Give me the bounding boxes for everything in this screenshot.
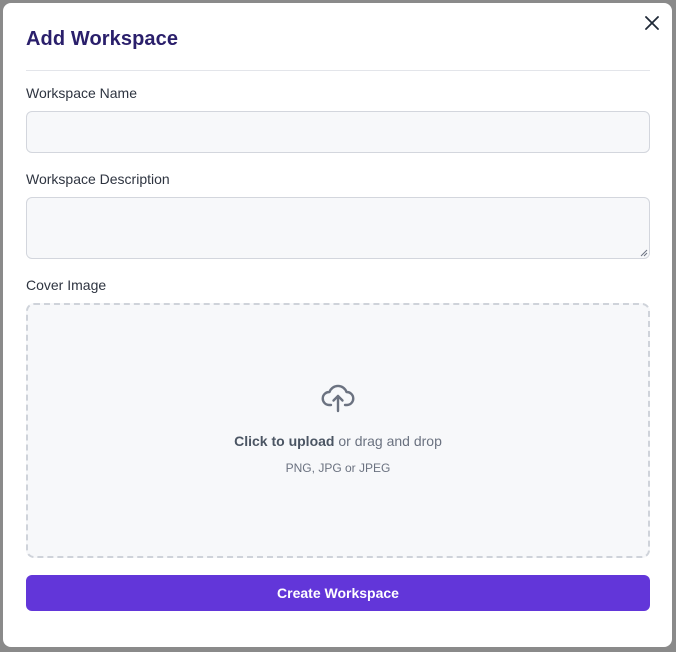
cover-image-dropzone[interactable]: Click to upload or drag and drop PNG, JP… (26, 303, 650, 558)
workspace-description-label: Workspace Description (26, 171, 170, 187)
close-button[interactable] (642, 13, 662, 33)
cloud-upload-icon (321, 384, 355, 413)
click-to-upload-link[interactable]: Click to upload (234, 433, 334, 449)
workspace-name-input[interactable] (26, 111, 650, 153)
workspace-description-wrapper (26, 197, 650, 259)
workspace-name-label: Workspace Name (26, 85, 138, 101)
close-icon (645, 16, 659, 30)
file-types-hint: PNG, JPG or JPEG (285, 461, 391, 475)
dialog-title: Add Workspace (26, 28, 179, 50)
create-workspace-button[interactable]: Create Workspace (26, 575, 650, 611)
upload-instructions: Click to upload or drag and drop (28, 433, 648, 449)
workspace-description-input[interactable] (26, 197, 650, 259)
cover-image-label: Cover Image (26, 277, 107, 293)
add-workspace-dialog: Add Workspace Workspace Name Workspace D… (3, 3, 672, 647)
header-divider (26, 70, 650, 71)
drag-and-drop-text: or drag and drop (334, 433, 442, 449)
resize-grip-icon[interactable] (640, 249, 648, 257)
